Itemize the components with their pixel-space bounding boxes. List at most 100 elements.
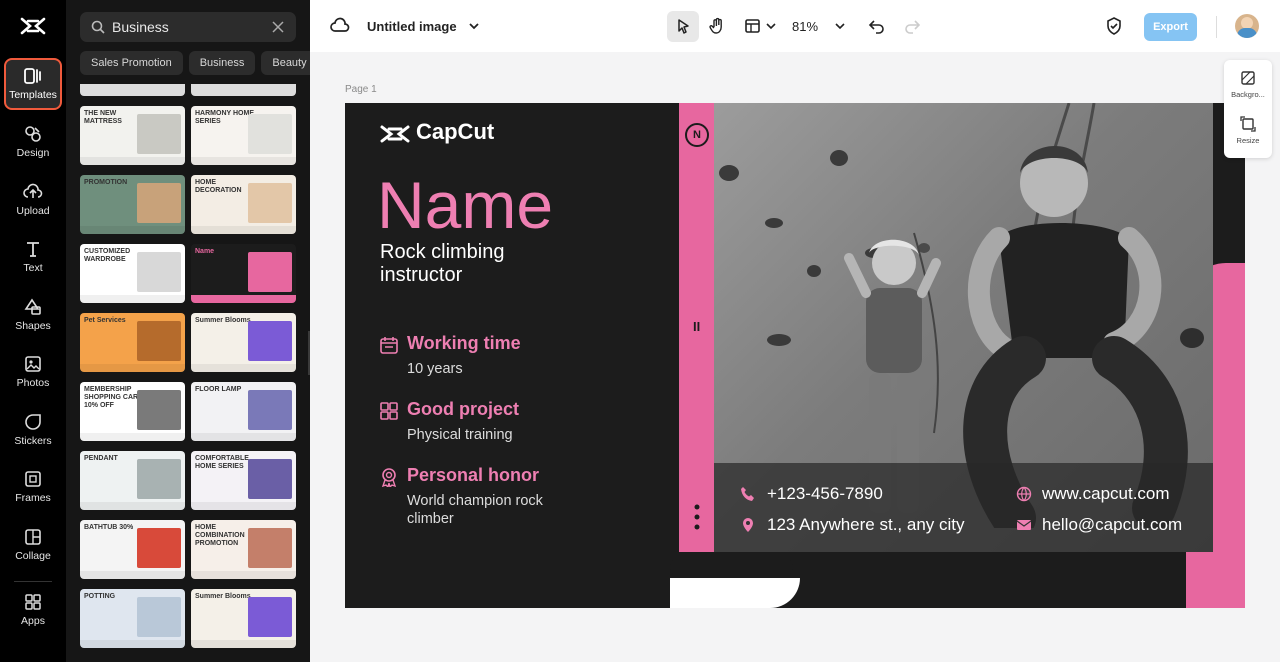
rail-item-stickers[interactable]: Stickers (0, 406, 66, 458)
template-thumbnail[interactable]: PENDANT (80, 451, 185, 510)
cursor-icon (678, 19, 689, 34)
rail-item-design[interactable]: Design (0, 118, 66, 170)
template-thumbnail[interactable]: HARMONY HOME SERIES (191, 106, 296, 165)
contact-address[interactable]: 123 Anywhere st., any city (767, 515, 965, 535)
section-sub[interactable]: 10 years (407, 360, 463, 378)
contact-web[interactable]: www.capcut.com (1042, 484, 1170, 504)
chevron-down-icon[interactable] (761, 16, 781, 36)
templates-panel: Business Sales Promotion Business Beauty T… (66, 0, 310, 662)
capcut-logo-icon[interactable] (20, 16, 46, 36)
section-heading[interactable]: Good project (407, 399, 519, 420)
thumbnail-image (248, 321, 292, 361)
rail-item-upload[interactable]: Upload (0, 176, 66, 228)
thumbnail-title: PROMOTION (84, 179, 128, 186)
rail-item-photos[interactable]: Photos (0, 348, 66, 400)
shapes-icon (24, 298, 41, 315)
chevron-down-icon[interactable] (464, 16, 484, 36)
right-tool-panel: Backgro... Resize (1224, 60, 1272, 158)
clear-icon[interactable] (270, 19, 286, 35)
rail-item-shapes[interactable]: Shapes (0, 291, 66, 343)
export-button[interactable]: Export (1144, 13, 1197, 41)
chip-beauty[interactable]: Beauty (261, 51, 310, 75)
thumbnail-partial[interactable] (191, 84, 296, 96)
redo-icon[interactable] (902, 16, 922, 36)
section-heading[interactable]: Personal honor (407, 465, 539, 486)
rail-item-templates[interactable]: Templates (4, 58, 62, 110)
chevron-down-icon[interactable] (830, 16, 850, 36)
decorative-pill (670, 558, 793, 576)
hand-icon[interactable] (707, 16, 727, 36)
cloud-icon[interactable] (330, 16, 350, 36)
section-sub[interactable]: World champion rock climber (407, 492, 557, 528)
thumbnail-strip (191, 640, 296, 648)
brand-name[interactable]: CapCut (416, 119, 494, 145)
template-thumbnail[interactable]: COMFORTABLE HOME SERIES (191, 451, 296, 510)
rail-item-frames[interactable]: Frames (0, 463, 66, 515)
thumbnail-strip (191, 295, 296, 303)
thumbnail-image (137, 114, 181, 154)
person-role[interactable]: Rock climbing instructor (380, 241, 580, 287)
collage-icon (25, 529, 41, 545)
chip-business[interactable]: Business (188, 51, 256, 75)
template-thumbnail[interactable]: HOME COMBINATION PROMOTION (191, 520, 296, 579)
template-grid: THE NEW MATTRESS HARMONY HOME SERIES PROMO… (80, 84, 296, 662)
template-thumbnail[interactable]: Pet Services (80, 313, 185, 372)
avatar[interactable] (1235, 14, 1259, 38)
canvas-area[interactable]: Page 1 CapCut Name Rock climbing instruc… (310, 52, 1280, 662)
rail-label: Stickers (14, 435, 52, 447)
thumbnail-title: HARMONY HOME SERIES (195, 110, 254, 125)
design-page[interactable]: CapCut Name Rock climbing instructor Wor… (345, 103, 1245, 608)
layout-icon[interactable] (743, 16, 763, 36)
zoom-level[interactable]: 81% (792, 19, 818, 34)
thumbnail-image (137, 183, 181, 223)
template-thumbnail[interactable]: POTTING (80, 589, 185, 648)
thumbnail-title: BATHTUB 30% (84, 524, 134, 531)
category-chips: Sales Promotion Business Beauty (80, 51, 310, 75)
background-button[interactable]: Backgro... (1224, 70, 1272, 99)
rail-item-apps[interactable]: Apps (0, 586, 66, 638)
thumbnail-image (248, 183, 292, 223)
upload-icon (23, 183, 43, 198)
thumbnail-image (248, 390, 292, 430)
thumbnail-partial[interactable] (80, 84, 185, 96)
award-icon (381, 468, 397, 487)
shield-icon[interactable] (1104, 16, 1124, 36)
section-sub[interactable]: Physical training (407, 426, 513, 444)
template-thumbnail[interactable]: Summer Blooms (191, 313, 296, 372)
page-label: Page 1 (345, 84, 377, 95)
rail-item-collage[interactable]: Collage (0, 521, 66, 573)
template-thumbnail[interactable]: HOME DECORATION (191, 175, 296, 234)
contact-email[interactable]: hello@capcut.com (1042, 515, 1182, 535)
rail-label: Templates (9, 89, 57, 101)
template-thumbnail[interactable]: Name (191, 244, 296, 303)
template-thumbnail[interactable]: FLOOR LAMP (191, 382, 296, 441)
template-thumbnail[interactable]: PROMOTION (80, 175, 185, 234)
thumbnail-strip (80, 433, 185, 441)
resize-button[interactable]: Resize (1224, 116, 1272, 145)
pink-circle-badge: N (685, 123, 709, 147)
pink-bar-mark: II (693, 319, 701, 334)
template-thumbnail[interactable]: MEMBERSHIP SHOPPING CARD 10% OFF (80, 382, 185, 441)
document-title[interactable]: Untitled image (367, 19, 457, 34)
thumbnail-image (248, 252, 292, 292)
template-thumbnail[interactable]: CUSTOMIZED WARDROBE (80, 244, 185, 303)
section-heading[interactable]: Working time (407, 333, 521, 354)
thumbnail-title: PENDANT (84, 455, 118, 462)
contact-phone[interactable]: +123-456-7890 (767, 484, 883, 504)
thumbnail-title: Pet Services (84, 317, 126, 324)
template-thumbnail[interactable]: THE NEW MATTRESS (80, 106, 185, 165)
resize-icon (1240, 116, 1256, 132)
select-tool-button[interactable] (667, 11, 699, 42)
background-icon (1241, 71, 1255, 85)
person-name[interactable]: Name (377, 167, 553, 243)
chip-sales-promotion[interactable]: Sales Promotion (80, 51, 183, 75)
template-thumbnail[interactable]: Summer Blooms (191, 589, 296, 648)
search-input[interactable]: Business (80, 12, 296, 42)
templates-icon (24, 68, 41, 84)
undo-icon[interactable] (867, 16, 887, 36)
thumbnail-strip (191, 433, 296, 441)
rail-item-text[interactable]: Text (0, 233, 66, 285)
photos-icon (25, 356, 41, 372)
template-thumbnail[interactable]: BATHTUB 30% (80, 520, 185, 579)
thumbnail-title: FLOOR LAMP (195, 386, 242, 393)
